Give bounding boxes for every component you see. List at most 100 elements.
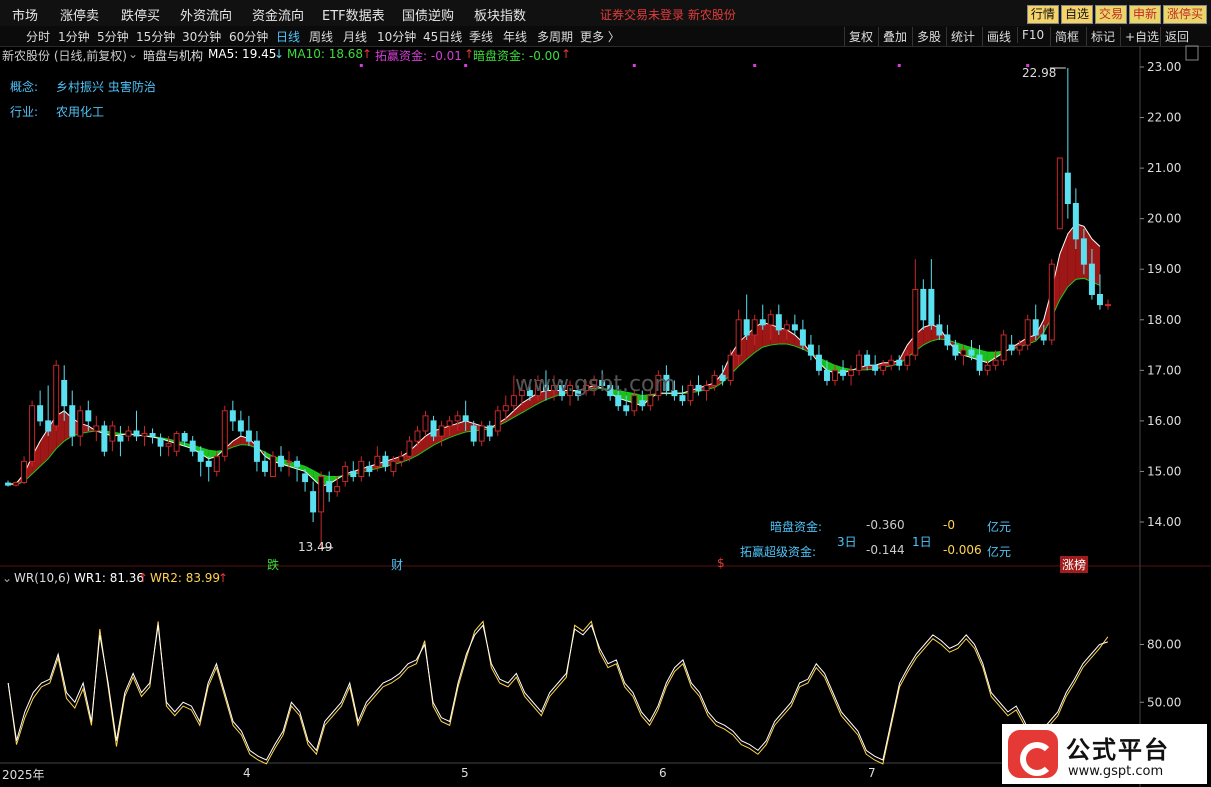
anpan-1d-value: -0 — [943, 518, 955, 532]
candle-body — [807, 344, 814, 356]
wr-tick-label: 50.00 — [1147, 695, 1181, 709]
candle-body — [221, 410, 228, 457]
candle-body — [165, 443, 172, 447]
candle-body — [775, 314, 782, 331]
days-3: 3日 — [837, 535, 857, 549]
candle-body — [366, 465, 373, 472]
candle-body — [77, 410, 84, 437]
candle-body — [157, 438, 164, 447]
candle-body — [310, 491, 317, 513]
candle-body — [390, 460, 397, 472]
signal-dot — [464, 64, 468, 67]
arrow-up-icon: ↑ — [138, 571, 149, 585]
wr-indicator-name[interactable]: WR(10,6) — [14, 571, 70, 585]
candle-body — [735, 319, 742, 356]
candle-body — [173, 433, 180, 452]
price-tick-label: 23.00 — [1147, 60, 1181, 74]
candle-body — [229, 410, 236, 422]
candle-body — [358, 460, 365, 478]
candle-body — [269, 455, 276, 477]
candle-body — [141, 433, 148, 437]
candle-body — [976, 354, 983, 371]
candle-body — [944, 334, 951, 346]
candle-body — [93, 425, 100, 432]
candle-body — [414, 430, 421, 442]
candle-body — [342, 465, 349, 483]
candle-body — [21, 460, 28, 484]
event-mark-limit-list[interactable]: 涨榜 — [1060, 556, 1089, 573]
candle-body — [872, 364, 879, 371]
price-tick-label: 19.00 — [1147, 262, 1181, 276]
candle-body — [318, 476, 325, 513]
candle-body — [1064, 172, 1071, 205]
candle-body — [61, 379, 68, 407]
candle-body — [639, 400, 646, 407]
signal-dot — [753, 64, 757, 67]
candle-body — [727, 354, 734, 381]
candle-body — [101, 425, 108, 452]
event-mark-finance[interactable]: 财 — [391, 556, 403, 573]
candle-body — [832, 369, 838, 381]
candle-body — [695, 385, 702, 392]
candle-body — [69, 405, 76, 437]
candle-body — [848, 369, 855, 376]
date-month: 6 — [659, 766, 667, 780]
unit-yi: 亿元 — [987, 545, 1012, 559]
candle-body — [53, 364, 60, 427]
candle-body — [125, 430, 132, 437]
watermark: www.gsbt.com — [515, 372, 676, 397]
candle-body — [783, 324, 790, 331]
candle-body — [286, 460, 293, 463]
candle-body — [703, 385, 710, 392]
candle-body — [37, 405, 44, 422]
candle-body — [1096, 294, 1103, 306]
ma-band-segment — [762, 322, 771, 348]
candle-body — [502, 405, 509, 412]
candle-body — [823, 369, 830, 381]
candle-body — [294, 460, 301, 467]
candle-body — [936, 324, 943, 336]
candle-body — [189, 440, 196, 452]
candle-body — [374, 455, 381, 467]
candle-body — [615, 395, 622, 407]
candle-body — [767, 314, 774, 326]
low-price-label: 13.49 — [298, 540, 333, 554]
candle-body — [133, 430, 140, 437]
candle-body — [679, 395, 686, 402]
candle-body — [382, 455, 389, 467]
candle-body — [799, 329, 806, 346]
candle-body — [462, 415, 469, 422]
candle-body — [13, 482, 20, 486]
candle-body — [510, 395, 517, 407]
candle-body — [486, 425, 493, 437]
candle-body — [181, 433, 188, 442]
candle-body — [1104, 304, 1111, 307]
candle-body — [719, 374, 726, 381]
candle-body — [85, 410, 92, 422]
dropdown-icon[interactable]: ⌄ — [2, 571, 12, 585]
date-month: 5 — [461, 766, 469, 780]
candle-body — [334, 486, 341, 493]
tuoying-3d-value: -0.144 — [866, 543, 905, 557]
candle-body — [711, 374, 718, 386]
candle-body — [478, 425, 485, 442]
candle-body — [840, 369, 847, 376]
candle-body — [856, 354, 863, 371]
price-tick-label: 21.00 — [1147, 161, 1181, 175]
candle-body — [470, 425, 477, 442]
price-tick-label: 20.00 — [1147, 212, 1181, 226]
candle-body — [1080, 238, 1087, 265]
event-mark-fall[interactable]: 跌 — [267, 556, 279, 573]
candle-body — [398, 455, 405, 462]
pane-close-icon — [1185, 45, 1199, 61]
candle-body — [687, 385, 694, 402]
wr-tick-label: 80.00 — [1147, 638, 1181, 652]
candle-body — [1016, 344, 1023, 351]
candle-body — [1048, 263, 1055, 341]
candle-body — [205, 460, 212, 467]
candle-body — [29, 405, 36, 462]
price-tick-label: 14.00 — [1147, 515, 1181, 529]
candle-body — [454, 415, 461, 422]
event-mark-dollar[interactable]: $ — [717, 556, 725, 570]
candle-body — [237, 420, 244, 432]
